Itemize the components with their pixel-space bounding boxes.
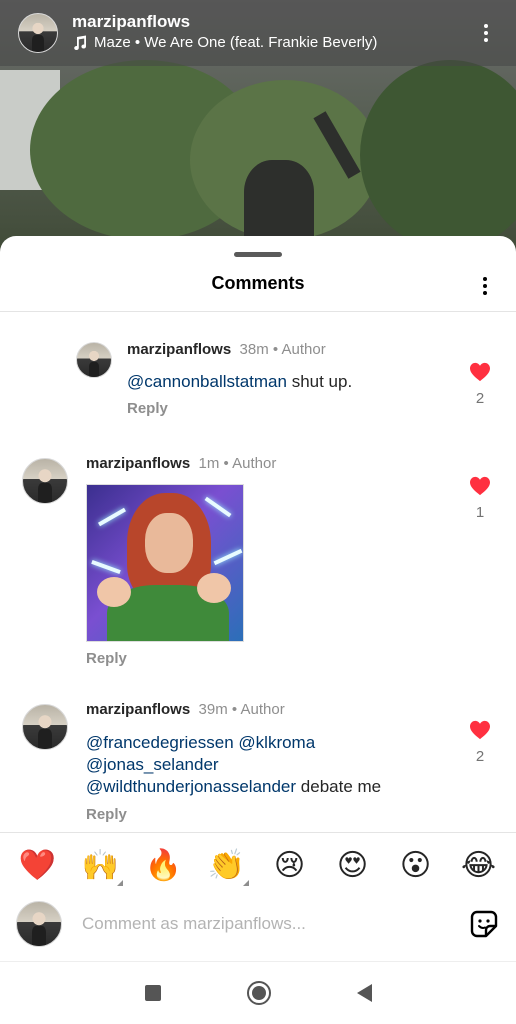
separator-dot: • [223,455,229,472]
reply-button[interactable]: Reply [86,806,446,823]
comment-body: marzipanflows 39m • Author @francedegrie… [86,700,446,823]
comment-header: marzipanflows 39m • Author [86,700,446,720]
comment-time: 1m [198,455,220,472]
sheet-title: Comments [211,273,305,293]
comment-text-body: debate me [296,777,382,796]
comment-header: marzipanflows 1m • Author [86,454,276,474]
comment-text-body: shut up. [286,372,353,391]
separator-dot: • [272,341,279,358]
comment-body: marzipanflows 38m • Author @cannonballst… [127,340,352,417]
emoji-fire[interactable]: 🔥 [140,846,188,886]
mention-link[interactable]: @jonas_selander [86,755,219,774]
comment-avatar[interactable] [22,704,68,750]
recents-icon[interactable] [144,985,161,1001]
comment-body: marzipanflows 1m • Author Reply [86,454,276,667]
author-badge: Author [240,701,285,718]
like-button[interactable]: 1 [468,476,492,521]
composer-avatar [16,901,62,947]
story-username[interactable]: marzipanflows [72,12,474,32]
story-song[interactable]: Maze • We Are One (feat. Frankie Beverly… [72,32,474,54]
lightning-bolt [213,548,243,566]
emoji-red-heart[interactable]: ❤️ [14,846,62,886]
emoji-tears-of-joy[interactable]: 😂 [455,846,503,886]
back-icon[interactable] [356,984,372,1002]
comment-text: @cannonballstatman shut up. [127,371,352,393]
comments-more-options-icon[interactable] [473,272,497,300]
emoji-raised-hands[interactable]: 🙌 [77,846,125,886]
mention-link[interactable]: @cannonballstatman [127,372,287,391]
story-meta: marzipanflows Maze • We Are One (feat. F… [72,12,474,54]
comment-header: marzipanflows 38m • Author [127,340,352,360]
comment-input[interactable] [82,914,460,934]
comment-username[interactable]: marzipanflows [127,341,231,358]
comment-item: marzipanflows 1m • Author Reply 1 [0,454,516,674]
song-title: Maze • We Are One (feat. Frankie Beverly… [94,34,378,51]
character-hand [197,573,231,603]
story-header: marzipanflows Maze • We Are One (feat. F… [0,0,516,66]
author-badge: Author [232,455,277,472]
emoji-crying-face[interactable]: 😢 [266,846,314,886]
author-badge: Author [281,341,326,358]
lightning-bolt [91,559,121,575]
sheet-divider [0,311,516,312]
tree-foliage [360,60,516,250]
mention-link[interactable]: @francedegriessen [86,733,234,752]
character-hand [97,577,131,607]
quick-reactions: ❤️ 🙌 🔥 👏 😢 😍 😮 😂 [0,840,516,892]
heart-filled-icon[interactable] [469,362,491,382]
emoji-clapping-hands[interactable]: 👏 [203,846,251,886]
mention-link[interactable]: @wildthunderjonasselander [86,777,296,796]
story-more-options-icon[interactable] [474,19,498,47]
reply-button[interactable]: Reply [86,650,276,667]
comment-text: @francedegriessen @klkroma @jonas_seland… [86,732,446,798]
character-face [145,513,193,573]
drag-handle[interactable] [234,252,282,257]
like-count: 2 [475,748,485,765]
comment-avatar[interactable] [22,458,68,504]
like-count: 2 [475,390,485,407]
statue [244,160,314,240]
comment-sticker-image[interactable] [86,484,244,642]
story-avatar[interactable] [18,13,58,53]
lightning-bolt [98,507,126,527]
composer-divider [0,832,516,833]
heart-filled-icon[interactable] [469,720,491,740]
emoji-surprised-face[interactable]: 😮 [392,846,440,886]
separator-dot: • [231,701,238,718]
like-button[interactable]: 2 [468,720,492,765]
like-count: 1 [475,504,485,521]
emoji-heart-eyes[interactable]: 😍 [329,846,377,886]
comment-username[interactable]: marzipanflows [86,701,190,718]
reply-button[interactable]: Reply [127,400,352,417]
comment-item: marzipanflows 38m • Author @cannonballst… [0,340,516,430]
comment-item: marzipanflows 39m • Author @francedegrie… [0,700,516,830]
mention-link[interactable]: @klkroma [238,733,315,752]
comment-composer [0,896,516,952]
comment-username[interactable]: marzipanflows [86,455,190,472]
lightning-bolt [204,496,232,518]
home-icon[interactable] [246,981,271,1005]
comment-time: 38m [239,341,269,358]
like-button[interactable]: 2 [468,362,492,407]
sticker-icon[interactable] [468,908,500,940]
heart-filled-icon[interactable] [469,476,491,496]
system-nav-bar [0,962,516,1024]
comment-avatar[interactable] [76,342,112,378]
comment-time: 39m [198,701,228,718]
music-note-icon [74,35,87,51]
